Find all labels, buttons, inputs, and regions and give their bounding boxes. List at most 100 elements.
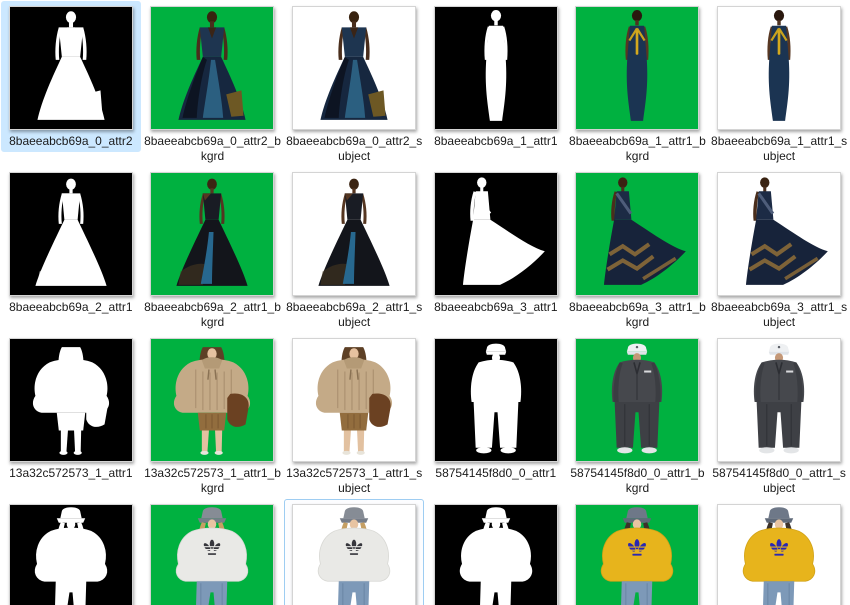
file-thumbnail[interactable] bbox=[292, 338, 416, 462]
file-name[interactable]: 58754145f8d0_0_attr1_bkgrd bbox=[569, 466, 707, 496]
file-item-box[interactable]: 13a32c572573_1_attr1_subject bbox=[284, 333, 424, 499]
file-thumbnail[interactable] bbox=[575, 338, 699, 462]
model-figure-icon bbox=[718, 339, 840, 461]
model-figure-icon bbox=[293, 7, 415, 129]
file-item-58754145f8d0_0_attr1_bkgrd[interactable]: 58754145f8d0_0_attr1_bkgrd bbox=[567, 333, 709, 499]
file-item-sweat-white-mask[interactable] bbox=[0, 499, 142, 605]
file-item-box[interactable] bbox=[1, 499, 141, 605]
file-item-13a32c572573_1_attr1[interactable]: 13a32c572573_1_attr1 bbox=[0, 333, 142, 499]
file-item-box[interactable]: 8baeeabcb69a_0_attr2 bbox=[1, 1, 141, 152]
file-thumbnail[interactable] bbox=[9, 338, 133, 462]
model-figure-icon bbox=[10, 505, 132, 605]
file-item-8baeeabcb69a_3_attr1[interactable]: 8baeeabcb69a_3_attr1 bbox=[425, 167, 567, 333]
file-item-box[interactable]: 58754145f8d0_0_attr1 bbox=[426, 333, 566, 484]
file-item-box[interactable]: 8baeeabcb69a_0_attr2_bkgrd bbox=[143, 1, 283, 167]
file-item-box[interactable]: 8baeeabcb69a_2_attr1_bkgrd bbox=[143, 167, 283, 333]
file-item-box[interactable] bbox=[143, 499, 283, 605]
file-name[interactable]: 8baeeabcb69a_1_attr1_bkgrd bbox=[569, 134, 707, 164]
file-thumbnail[interactable] bbox=[575, 172, 699, 296]
file-name[interactable]: 8baeeabcb69a_0_attr2_bkgrd bbox=[144, 134, 282, 164]
file-name[interactable]: 58754145f8d0_0_attr1 bbox=[427, 466, 565, 481]
model-figure-icon bbox=[435, 7, 557, 129]
model-figure-icon bbox=[435, 339, 557, 461]
file-thumbnail[interactable] bbox=[717, 6, 841, 130]
file-name[interactable]: 58754145f8d0_0_attr1_subject bbox=[710, 466, 848, 496]
file-item-box[interactable] bbox=[426, 499, 566, 605]
file-item-8baeeabcb69a_2_attr1[interactable]: 8baeeabcb69a_2_attr1 bbox=[0, 167, 142, 333]
file-item-8baeeabcb69a_1_attr1_subject[interactable]: 8baeeabcb69a_1_attr1_subject bbox=[708, 1, 850, 167]
file-name[interactable]: 8baeeabcb69a_0_attr2 bbox=[2, 134, 140, 149]
file-item-8baeeabcb69a_2_attr1_bkgrd[interactable]: 8baeeabcb69a_2_attr1_bkgrd bbox=[142, 167, 284, 333]
file-item-8baeeabcb69a_1_attr1_bkgrd[interactable]: 8baeeabcb69a_1_attr1_bkgrd bbox=[567, 1, 709, 167]
file-item-8baeeabcb69a_0_attr2_subject[interactable]: 8baeeabcb69a_0_attr2_subject bbox=[283, 1, 425, 167]
file-thumbnail[interactable] bbox=[434, 6, 558, 130]
file-thumbnail[interactable] bbox=[150, 6, 274, 130]
file-item-box[interactable]: 8baeeabcb69a_1_attr1 bbox=[426, 1, 566, 152]
file-item-8baeeabcb69a_3_attr1_bkgrd[interactable]: 8baeeabcb69a_3_attr1_bkgrd bbox=[567, 167, 709, 333]
file-item-8baeeabcb69a_0_attr2[interactable]: 8baeeabcb69a_0_attr2 bbox=[0, 1, 142, 167]
file-item-sweat-yellow-bkgrd[interactable] bbox=[567, 499, 709, 605]
file-item-sweat-yellow-subject[interactable] bbox=[708, 499, 850, 605]
file-item-58754145f8d0_0_attr1[interactable]: 58754145f8d0_0_attr1 bbox=[425, 333, 567, 499]
file-item-box[interactable] bbox=[709, 499, 849, 605]
file-item-box[interactable] bbox=[568, 499, 708, 605]
model-figure-icon bbox=[293, 505, 415, 605]
file-item-sweat-white-subject[interactable] bbox=[283, 499, 425, 605]
file-thumbnail[interactable] bbox=[150, 338, 274, 462]
file-item-box[interactable]: 8baeeabcb69a_0_attr2_subject bbox=[284, 1, 424, 167]
file-item-box[interactable]: 58754145f8d0_0_attr1_subject bbox=[709, 333, 849, 499]
file-thumbnail[interactable] bbox=[434, 338, 558, 462]
file-thumbnail[interactable] bbox=[292, 504, 416, 605]
file-item-box[interactable] bbox=[284, 499, 424, 605]
file-name[interactable]: 8baeeabcb69a_1_attr1_subject bbox=[710, 134, 848, 164]
file-name[interactable]: 8baeeabcb69a_3_attr1_bkgrd bbox=[569, 300, 707, 330]
file-name[interactable]: 8baeeabcb69a_0_attr2_subject bbox=[285, 134, 423, 164]
file-thumbnail[interactable] bbox=[575, 504, 699, 605]
file-thumbnail[interactable] bbox=[150, 504, 274, 605]
file-item-box[interactable]: 8baeeabcb69a_2_attr1_subject bbox=[284, 167, 424, 333]
file-thumbnail[interactable] bbox=[292, 172, 416, 296]
file-thumbnail[interactable] bbox=[9, 6, 133, 130]
file-item-box[interactable]: 8baeeabcb69a_1_attr1_subject bbox=[709, 1, 849, 167]
file-item-box[interactable]: 8baeeabcb69a_3_attr1 bbox=[426, 167, 566, 318]
file-item-box[interactable]: 8baeeabcb69a_3_attr1_bkgrd bbox=[568, 167, 708, 333]
file-thumbnail[interactable] bbox=[717, 172, 841, 296]
file-item-8baeeabcb69a_1_attr1[interactable]: 8baeeabcb69a_1_attr1 bbox=[425, 1, 567, 167]
file-thumbnail[interactable] bbox=[150, 172, 274, 296]
file-item-8baeeabcb69a_3_attr1_subject[interactable]: 8baeeabcb69a_3_attr1_subject bbox=[708, 167, 850, 333]
file-item-sweat-yellow-mask[interactable] bbox=[425, 499, 567, 605]
file-item-8baeeabcb69a_2_attr1_subject[interactable]: 8baeeabcb69a_2_attr1_subject bbox=[283, 167, 425, 333]
model-figure-icon bbox=[718, 7, 840, 129]
file-thumbnail[interactable] bbox=[434, 172, 558, 296]
file-name[interactable]: 8baeeabcb69a_2_attr1_bkgrd bbox=[144, 300, 282, 330]
file-thumbnail[interactable] bbox=[292, 6, 416, 130]
file-item-8baeeabcb69a_0_attr2_bkgrd[interactable]: 8baeeabcb69a_0_attr2_bkgrd bbox=[142, 1, 284, 167]
file-name[interactable]: 13a32c572573_1_attr1_subject bbox=[285, 466, 423, 496]
model-figure-icon bbox=[10, 339, 132, 461]
file-item-box[interactable]: 8baeeabcb69a_3_attr1_subject bbox=[709, 167, 849, 333]
file-item-box[interactable]: 13a32c572573_1_attr1 bbox=[1, 333, 141, 484]
file-thumbnail[interactable] bbox=[9, 172, 133, 296]
file-item-box[interactable]: 8baeeabcb69a_1_attr1_bkgrd bbox=[568, 1, 708, 167]
file-item-13a32c572573_1_attr1_subject[interactable]: 13a32c572573_1_attr1_subject bbox=[283, 333, 425, 499]
file-item-box[interactable]: 8baeeabcb69a_2_attr1 bbox=[1, 167, 141, 318]
file-item-sweat-white-bkgrd[interactable] bbox=[142, 499, 284, 605]
file-item-58754145f8d0_0_attr1_subject[interactable]: 58754145f8d0_0_attr1_subject bbox=[708, 333, 850, 499]
file-name[interactable]: 8baeeabcb69a_1_attr1 bbox=[427, 134, 565, 149]
file-name[interactable]: 8baeeabcb69a_3_attr1 bbox=[427, 300, 565, 315]
file-item-13a32c572573_1_attr1_bkgrd[interactable]: 13a32c572573_1_attr1_bkgrd bbox=[142, 333, 284, 499]
model-figure-icon bbox=[151, 7, 273, 129]
model-figure-icon bbox=[151, 339, 273, 461]
file-name[interactable]: 8baeeabcb69a_3_attr1_subject bbox=[710, 300, 848, 330]
file-thumbnail[interactable] bbox=[717, 504, 841, 605]
file-name[interactable]: 13a32c572573_1_attr1 bbox=[2, 466, 140, 481]
file-thumbnail[interactable] bbox=[434, 504, 558, 605]
file-thumbnail[interactable] bbox=[717, 338, 841, 462]
file-thumbnail[interactable] bbox=[9, 504, 133, 605]
file-name[interactable]: 13a32c572573_1_attr1_bkgrd bbox=[144, 466, 282, 496]
file-thumbnail[interactable] bbox=[575, 6, 699, 130]
file-name[interactable]: 8baeeabcb69a_2_attr1_subject bbox=[285, 300, 423, 330]
file-name[interactable]: 8baeeabcb69a_2_attr1 bbox=[2, 300, 140, 315]
file-item-box[interactable]: 13a32c572573_1_attr1_bkgrd bbox=[143, 333, 283, 499]
file-item-box[interactable]: 58754145f8d0_0_attr1_bkgrd bbox=[568, 333, 708, 499]
